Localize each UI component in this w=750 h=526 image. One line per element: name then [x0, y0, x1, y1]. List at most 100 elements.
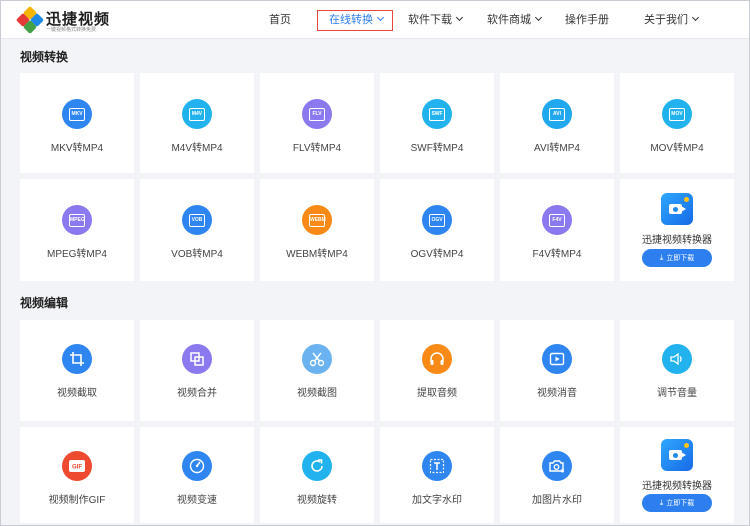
edit-card-label: 视频合并 [177, 388, 217, 399]
nav-item-software-store[interactable]: 软件商城 [487, 1, 543, 39]
format-badge: MKV [69, 107, 85, 121]
top-navbar: 迅捷视频 一键视频格式转换免费 首页 在线转换 软件下载 软件商城 操作手册 关… [1, 1, 749, 39]
edit-card-label: 调节音量 [657, 388, 697, 399]
format-badge: AVI [549, 107, 565, 121]
convert-card-ogv[interactable]: OGV OGV转MP4 [380, 179, 494, 281]
edit-card-label: 加文字水印 [412, 495, 462, 506]
convert-card-mpeg[interactable]: MPEG MPEG转MP4 [20, 179, 134, 281]
edit-card-label: 提取音频 [417, 388, 457, 399]
convert-app-promo-card[interactable]: 迅捷视频转换器 ⤓ 立即下载 [620, 179, 734, 281]
convert-card-flv[interactable]: FLV FLV转MP4 [260, 73, 374, 173]
edit-app-promo-card[interactable]: 迅捷视频转换器 ⤓ 立即下载 [620, 427, 734, 523]
app-promo-title: 迅捷视频转换器 [642, 481, 712, 492]
format-badge: WEBM [309, 213, 326, 227]
mov-format-icon: MOV [662, 99, 692, 129]
brand-tagline: 一键视频格式转换免费 [46, 27, 97, 33]
edit-card-label: 加图片水印 [532, 495, 582, 506]
speed-gauge-icon [182, 451, 212, 481]
edit-card-label: 视频变速 [177, 495, 217, 506]
convert-card-swf[interactable]: SWF SWF转MP4 [380, 73, 494, 173]
convert-card-m4v[interactable]: M4V M4V转MP4 [140, 73, 254, 173]
edit-card-rotate[interactable]: 视频旋转 [260, 427, 374, 523]
convert-card-label: WEBM转MP4 [286, 249, 348, 260]
format-badge: VOB [189, 213, 205, 227]
nav-item-about[interactable]: 关于我们 [644, 1, 700, 39]
format-badge: MPEG [69, 213, 85, 227]
chevron-down-icon [534, 13, 543, 22]
convert-card-avi[interactable]: AVI AVI转MP4 [500, 73, 614, 173]
flv-format-icon: FLV [302, 99, 332, 129]
section-title-convert: 视频转换 [20, 50, 69, 64]
convert-card-label: MKV转MP4 [50, 143, 104, 154]
convert-card-webm[interactable]: WEBM WEBM转MP4 [260, 179, 374, 281]
chevron-down-icon [455, 13, 464, 22]
download-button-label: 立即下载 [666, 500, 695, 507]
convert-card-mov[interactable]: MOV MOV转MP4 [620, 73, 734, 173]
svg-text:GIF: GIF [72, 465, 82, 471]
mpeg-format-icon: MPEG [62, 205, 92, 235]
format-badge: OGV [429, 213, 445, 227]
app-promo-title: 迅捷视频转换器 [642, 235, 712, 246]
convert-card-label: FLV转MP4 [292, 143, 342, 154]
edit-card-label: 视频截取 [57, 388, 97, 399]
download-icon: ⤓ [659, 498, 664, 507]
edit-card-label: 视频制作GIF [48, 495, 106, 506]
volume-icon [662, 344, 692, 374]
nav-item-manual[interactable]: 操作手册 [565, 1, 609, 39]
m4v-format-icon: M4V [182, 99, 212, 129]
edit-card-label: 视频消音 [537, 388, 577, 399]
headphones-icon [422, 344, 452, 374]
download-button-label: 立即下载 [666, 255, 695, 262]
convert-card-label: OGV转MP4 [410, 249, 464, 260]
convert-card-mkv[interactable]: MKV MKV转MP4 [20, 73, 134, 173]
edit-card-volume[interactable]: 调节音量 [620, 320, 734, 421]
download-now-button[interactable]: ⤓ 立即下载 [642, 249, 712, 267]
edit-card-scissors[interactable]: 视频截图 [260, 320, 374, 421]
convert-card-label: SWF转MP4 [410, 143, 464, 154]
format-badge: F4V [549, 213, 565, 227]
format-badge: FLV [309, 107, 325, 121]
swf-format-icon: SWF [422, 99, 452, 129]
edit-card-merge[interactable]: 视频合并 [140, 320, 254, 421]
download-icon: ⤓ [659, 253, 664, 262]
crop-icon [62, 344, 92, 374]
edit-card-label: 视频旋转 [297, 495, 337, 506]
rotate-icon [302, 451, 332, 481]
scissors-icon [302, 344, 332, 374]
edit-card-gif[interactable]: GIF 视频制作GIF [20, 427, 134, 523]
edit-card-crop[interactable]: 视频截取 [20, 320, 134, 421]
convert-card-f4v[interactable]: F4V F4V转MP4 [500, 179, 614, 281]
vob-format-icon: VOB [182, 205, 212, 235]
edit-card-image-watermark[interactable]: 加图片水印 [500, 427, 614, 523]
edit-card-speed-gauge[interactable]: 视频变速 [140, 427, 254, 523]
convert-card-label: MOV转MP4 [650, 143, 704, 154]
mkv-format-icon: MKV [62, 99, 92, 129]
convert-card-label: F4V转MP4 [532, 249, 582, 260]
format-badge: M4V [189, 107, 205, 121]
avi-format-icon: AVI [542, 99, 572, 129]
nav-item-home[interactable]: 首页 [269, 1, 291, 39]
merge-icon [182, 344, 212, 374]
chevron-down-icon [691, 13, 700, 22]
brand-logo-icon[interactable] [15, 5, 45, 35]
webm-format-icon: WEBM [302, 205, 332, 235]
edit-card-label: 视频截图 [297, 388, 337, 399]
convert-card-label: M4V转MP4 [171, 143, 223, 154]
ogv-format-icon: OGV [422, 205, 452, 235]
convert-card-label: MPEG转MP4 [46, 249, 107, 260]
edit-card-text-watermark[interactable]: 加文字水印 [380, 427, 494, 523]
convert-card-label: AVI转MP4 [534, 143, 580, 154]
edit-card-headphones[interactable]: 提取音频 [380, 320, 494, 421]
text-watermark-icon [422, 451, 452, 481]
section-title-edit: 视频编辑 [20, 296, 69, 310]
video-play-icon [542, 344, 572, 374]
download-now-button[interactable]: ⤓ 立即下载 [642, 494, 712, 512]
nav-item-software-download[interactable]: 软件下载 [408, 1, 464, 39]
convert-card-label: VOB转MP4 [171, 249, 223, 260]
convert-card-vob[interactable]: VOB VOB转MP4 [140, 179, 254, 281]
format-badge: MOV [669, 107, 685, 121]
active-nav-highlight [317, 10, 393, 31]
converter-app-icon [661, 439, 693, 471]
converter-app-icon [661, 193, 693, 225]
edit-card-video-play[interactable]: 视频消音 [500, 320, 614, 421]
